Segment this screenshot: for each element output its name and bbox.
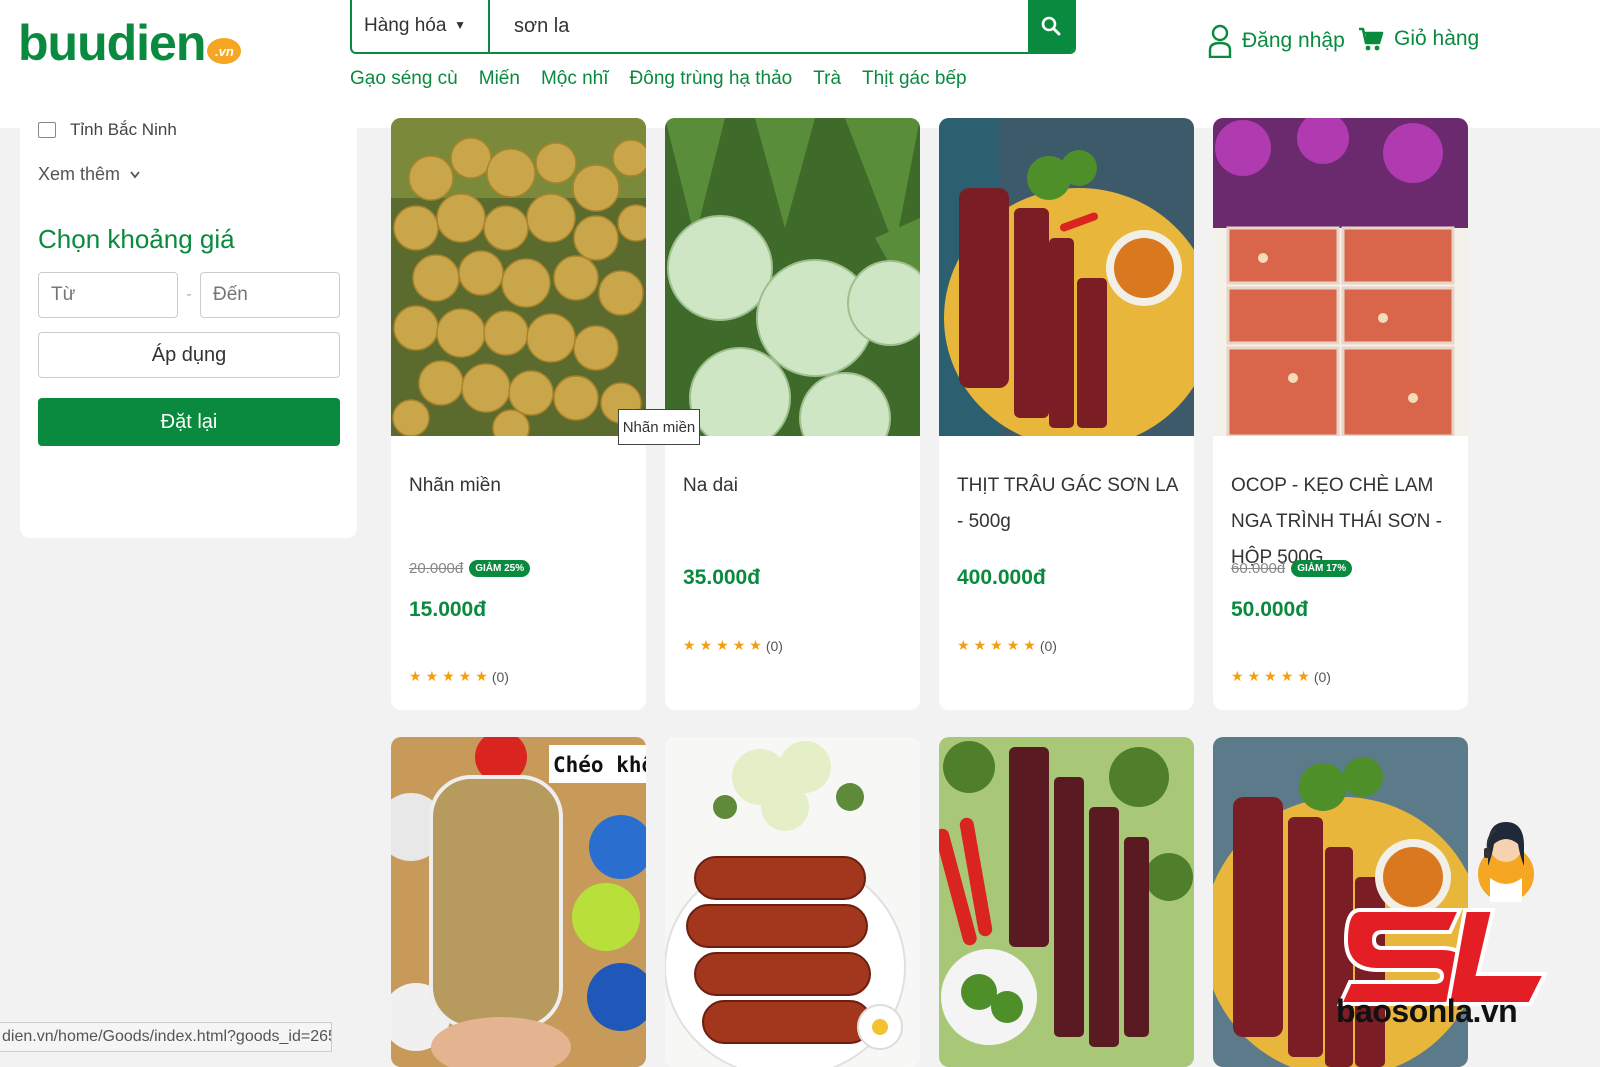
product-name[interactable]: THỊT TRÂU GÁC SƠN LA - 500g bbox=[957, 468, 1182, 540]
range-separator: - bbox=[186, 286, 192, 303]
discount-badge: GIẢM 25% bbox=[469, 560, 531, 577]
star-icon: ★ bbox=[1231, 668, 1244, 684]
product-image-che-lam-candy[interactable] bbox=[1213, 118, 1468, 436]
star-icon: ★ bbox=[425, 668, 439, 684]
quick-link[interactable]: Mộc nhĩ bbox=[541, 68, 609, 90]
province-filter-item[interactable]: Tỉnh Bắc Ninh bbox=[38, 120, 177, 140]
star-icon: ★ bbox=[1006, 637, 1020, 653]
status-bar-url: dien.vn/home/Goods/index.html?goods_id=2… bbox=[0, 1022, 332, 1052]
product-rating: ★ ★ ★ ★ ★ (0) bbox=[1231, 668, 1331, 685]
logo-badge: .vn bbox=[207, 38, 242, 64]
product-image-spice-jar[interactable]: Chéo khô bbox=[391, 737, 646, 1067]
star-icon: ★ bbox=[1247, 668, 1261, 684]
product-card[interactable] bbox=[939, 737, 1194, 1067]
product-name[interactable]: Na dai bbox=[683, 468, 908, 504]
user-icon bbox=[1208, 24, 1232, 58]
product-price: 50.000đ bbox=[1231, 598, 1309, 621]
star-icon: ★ bbox=[749, 637, 762, 653]
star-icon: ★ bbox=[1264, 668, 1277, 684]
search-button[interactable] bbox=[1028, 0, 1074, 52]
product-image-dried-buffalo[interactable] bbox=[939, 118, 1194, 436]
old-price: 60.000đ bbox=[1231, 560, 1286, 577]
product-rating: ★ ★ ★ ★ ★ (0) bbox=[409, 668, 509, 685]
old-price: 20.000đ bbox=[409, 560, 464, 577]
product-image-custard-apple[interactable] bbox=[665, 118, 920, 436]
product-rating: ★ ★ ★ ★ ★ (0) bbox=[957, 637, 1057, 654]
product-card[interactable]: Na dai 35.000đ ★ ★ ★ ★ ★ (0) bbox=[665, 118, 920, 710]
province-checkbox[interactable] bbox=[38, 122, 56, 138]
price-from-input[interactable] bbox=[38, 272, 178, 318]
quick-link[interactable]: Gạo séng cù bbox=[350, 68, 458, 90]
rating-count: (0) bbox=[1039, 637, 1057, 654]
star-icon: ★ bbox=[716, 637, 729, 653]
rating-count: (0) bbox=[765, 637, 783, 654]
product-price: 400.000đ bbox=[957, 566, 1046, 589]
old-price-row: 20.000đ GIẢM 25% bbox=[409, 560, 531, 577]
price-range-title: Chọn khoảng giá bbox=[38, 224, 235, 254]
search-input[interactable] bbox=[490, 0, 1028, 52]
quick-link[interactable]: Đông trùng hạ thảo bbox=[630, 68, 793, 90]
search-bar: Hàng hóa ▼ bbox=[350, 0, 1076, 54]
caret-down-icon: ▼ bbox=[454, 18, 466, 32]
rating-count: (0) bbox=[1313, 668, 1331, 685]
star-icon: ★ bbox=[442, 668, 455, 684]
rating-count: (0) bbox=[491, 668, 509, 685]
product-card[interactable]: Nhãn miền 20.000đ GIẢM 25% 15.000đ ★ ★ ★… bbox=[391, 118, 646, 710]
site-header: buudien .vn Hàng hóa ▼ Gạo séng cù Miến … bbox=[0, 0, 1600, 128]
province-label: Tỉnh Bắc Ninh bbox=[70, 120, 177, 139]
product-rating: ★ ★ ★ ★ ★ (0) bbox=[683, 637, 783, 654]
star-icon: ★ bbox=[458, 668, 472, 684]
cart-link[interactable]: Giỏ hàng bbox=[1358, 26, 1479, 52]
star-icon: ★ bbox=[1297, 668, 1310, 684]
star-icon: ★ bbox=[1280, 668, 1294, 684]
quick-links: Gạo séng cù Miến Mộc nhĩ Đông trùng hạ t… bbox=[350, 68, 967, 90]
product-image-caption: Chéo khô bbox=[553, 753, 646, 777]
watermark-text: baosonla.vn bbox=[1336, 993, 1518, 1029]
price-to-input[interactable] bbox=[200, 272, 340, 318]
product-image-sausage[interactable] bbox=[665, 737, 920, 1067]
logo-text: buudien bbox=[18, 15, 206, 71]
product-card[interactable] bbox=[665, 737, 920, 1067]
star-icon: ★ bbox=[973, 637, 987, 653]
search-icon bbox=[1041, 16, 1061, 36]
login-link[interactable]: Đăng nhập bbox=[1208, 24, 1345, 58]
product-card[interactable]: Chéo khô bbox=[391, 737, 646, 1067]
quick-link[interactable]: Thịt gác bếp bbox=[862, 68, 967, 90]
star-icon: ★ bbox=[409, 668, 422, 684]
star-icon: ★ bbox=[1023, 637, 1036, 653]
support-chat-button[interactable] bbox=[1476, 816, 1536, 904]
product-image-longan[interactable] bbox=[391, 118, 646, 436]
chevron-down-icon bbox=[130, 170, 140, 178]
product-price: 35.000đ bbox=[683, 566, 761, 589]
product-image-dried-meat[interactable] bbox=[939, 737, 1194, 1067]
product-price: 15.000đ bbox=[409, 598, 487, 621]
product-card[interactable]: OCOP - KẸO CHÈ LAM NGA TRÌNH THÁI SƠN - … bbox=[1213, 118, 1468, 710]
see-more-label: Xem thêm bbox=[38, 164, 121, 184]
filter-sidebar: Tỉnh Bắc Ninh Xem thêm Chọn khoảng giá -… bbox=[20, 110, 357, 538]
price-range-inputs: - bbox=[38, 272, 340, 318]
see-more-link[interactable]: Xem thêm bbox=[38, 164, 140, 185]
star-icon: ★ bbox=[475, 668, 488, 684]
cart-label: Giỏ hàng bbox=[1394, 27, 1480, 50]
site-logo[interactable]: buudien .vn bbox=[18, 15, 242, 71]
support-agent-icon bbox=[1478, 822, 1534, 902]
product-name[interactable]: Nhãn miền bbox=[409, 468, 634, 504]
product-tooltip: Nhãn miền bbox=[618, 409, 700, 445]
search-category-label: Hàng hóa bbox=[364, 15, 447, 36]
cart-icon bbox=[1359, 27, 1384, 51]
star-icon: ★ bbox=[732, 637, 746, 653]
star-icon: ★ bbox=[683, 637, 696, 653]
product-card[interactable]: THỊT TRÂU GÁC SƠN LA - 500g 400.000đ ★ ★… bbox=[939, 118, 1194, 710]
star-icon: ★ bbox=[957, 637, 970, 653]
quick-link[interactable]: Trà bbox=[813, 68, 841, 90]
star-icon: ★ bbox=[699, 637, 713, 653]
login-label: Đăng nhập bbox=[1242, 29, 1345, 52]
old-price-row: 60.000đ GIẢM 17% bbox=[1231, 560, 1353, 577]
search-category-select[interactable]: Hàng hóa ▼ bbox=[352, 0, 490, 52]
discount-badge: GIẢM 17% bbox=[1291, 560, 1353, 577]
star-icon: ★ bbox=[990, 637, 1003, 653]
reset-button[interactable]: Đặt lại bbox=[38, 398, 340, 446]
quick-link[interactable]: Miến bbox=[479, 68, 520, 90]
apply-button[interactable]: Áp dụng bbox=[38, 332, 340, 378]
